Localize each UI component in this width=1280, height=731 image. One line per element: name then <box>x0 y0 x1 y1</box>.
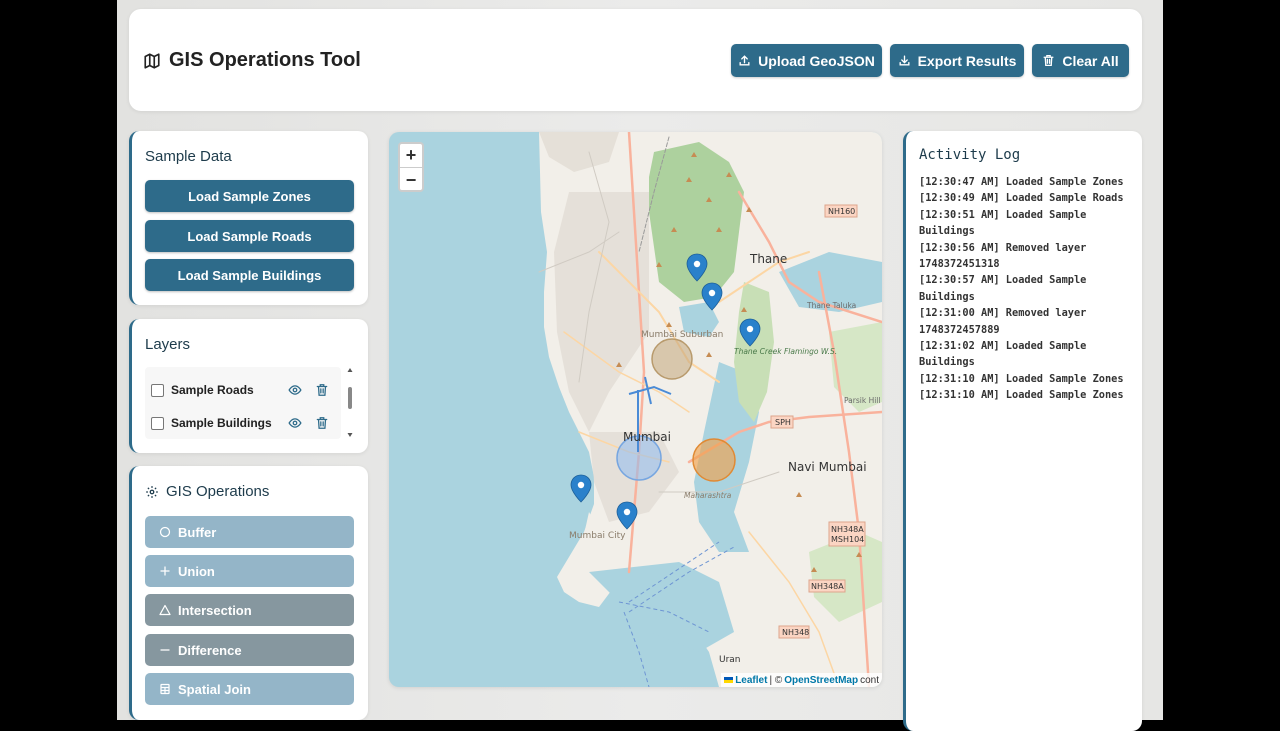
log-entry: [12:30:47 AM] Loaded Sample Zones <box>919 176 1124 188</box>
activity-log-panel: Activity Log [12:30:47 AM] Loaded Sample… <box>903 131 1142 731</box>
activity-log-title: Activity Log <box>919 147 1021 163</box>
map-tiles[interactable]: NH160 SPH NH348A MSH104 NH348A NH348 Tha… <box>389 132 882 687</box>
sample-data-title: Sample Data <box>145 148 232 165</box>
ukraine-flag-icon <box>724 677 734 683</box>
layer-name: Sample Buildings <box>171 416 272 430</box>
upload-icon <box>739 55 750 66</box>
map-label: Thane Taluka <box>806 301 856 310</box>
map-label: Mumbai <box>623 430 671 444</box>
trash-icon[interactable] <box>315 416 329 430</box>
map[interactable]: NH160 SPH NH348A MSH104 NH348A NH348 Tha… <box>389 132 882 687</box>
layers-title: Layers <box>145 336 191 353</box>
zoom-in-button[interactable]: + <box>400 144 422 168</box>
trash-icon <box>1043 54 1054 67</box>
layers-panel: Layers Sample Roads Sample Buildings <box>129 319 368 453</box>
openstreetmap-link[interactable]: OpenStreetMap <box>784 675 858 686</box>
log-entry: [12:31:02 AM] Loaded Sample Buildings <box>919 340 1087 369</box>
log-entry: [12:30:51 AM] Loaded Sample Buildings <box>919 208 1087 238</box>
layer-name: Sample Roads <box>171 383 254 397</box>
export-results-button[interactable]: Export Results <box>890 44 1024 77</box>
log-entry: [12:30:56 AM] Removed layer 174837245131… <box>919 241 1087 271</box>
map-label: Maharashtra <box>684 491 732 500</box>
map-label: Mumbai City <box>569 531 626 541</box>
gis-operations-title: GIS Operations <box>145 483 269 500</box>
map-label: Thane <box>749 252 787 266</box>
map-icon <box>144 52 160 69</box>
sample-data-panel: Sample Data Load Sample Zones Load Sampl… <box>129 131 368 305</box>
circle-icon <box>159 526 171 538</box>
zoom-control: + − <box>398 142 424 192</box>
gis-operations-panel: GIS Operations Buffer Union Intersection… <box>129 466 368 720</box>
plus-icon <box>160 566 170 576</box>
map-label: Parsik Hill <box>844 396 880 405</box>
layer-checkbox[interactable] <box>151 383 164 397</box>
log-entry: [12:31:00 AM] Removed layer 174837245788… <box>919 307 1087 336</box>
layer-list: Sample Roads Sample Buildings <box>145 367 341 439</box>
minus-icon <box>160 649 170 651</box>
page-title: GIS Operations Tool <box>143 49 361 72</box>
log-entry: [12:30:49 AM] Loaded Sample Roads <box>919 192 1124 205</box>
layer-item: Sample Roads <box>151 381 254 399</box>
header: GIS Operations Tool Upload GeoJSON Expor… <box>129 9 1142 111</box>
load-sample-zones-button[interactable]: Load Sample Zones <box>145 180 354 212</box>
zoom-out-button[interactable]: − <box>400 168 422 192</box>
map-label: MSH104 <box>831 535 864 544</box>
map-label: SPH <box>775 418 791 427</box>
load-sample-buildings-button[interactable]: Load Sample Buildings <box>145 259 354 291</box>
map-label: NH348A <box>831 525 864 534</box>
intersection-button[interactable]: Intersection <box>145 594 354 626</box>
map-label: NH348A <box>811 582 844 591</box>
page-title-text: GIS Operations Tool <box>169 49 361 71</box>
map-label: Mumbai Suburban <box>641 330 723 340</box>
log-entry: [12:31:10 AM] Loaded Sample Zones <box>919 389 1124 402</box>
app: GIS Operations Tool Upload GeoJSON Expor… <box>117 0 1163 731</box>
difference-button[interactable]: Difference <box>145 634 354 666</box>
spatial-join-button[interactable]: Spatial Join <box>145 673 354 705</box>
log-entry: [12:30:57 AM] Loaded Sample Buildings <box>919 274 1087 303</box>
log-entry: [12:31:10 AM] Loaded Sample Zones <box>919 372 1124 385</box>
map-label: NH160 <box>828 207 855 216</box>
table-icon <box>160 683 170 695</box>
map-label: Uran <box>719 655 741 665</box>
map-label: Navi Mumbai <box>788 460 867 474</box>
union-button[interactable]: Union <box>145 555 354 587</box>
upload-geojson-button[interactable]: Upload GeoJSON <box>731 44 882 77</box>
map-label: Thane Creek Flamingo W.S. <box>734 347 837 356</box>
buffer-button[interactable]: Buffer <box>145 516 354 548</box>
activity-log-list: [12:30:47 AM] Loaded Sample Zones [12:30… <box>919 174 1139 404</box>
triangle-icon <box>159 604 171 616</box>
map-attribution: Leaflet | © OpenStreetMap cont <box>721 673 882 687</box>
layer-list-scrollbar[interactable] <box>346 367 354 439</box>
gear-icon <box>146 485 158 498</box>
trash-icon[interactable] <box>315 383 329 397</box>
eye-icon[interactable] <box>288 416 302 430</box>
download-icon <box>899 55 910 66</box>
load-sample-roads-button[interactable]: Load Sample Roads <box>145 220 354 252</box>
layer-item: Sample Buildings <box>151 414 272 432</box>
map-label: NH348 <box>782 628 809 637</box>
leaflet-link[interactable]: Leaflet <box>735 675 767 686</box>
layer-checkbox[interactable] <box>151 416 164 430</box>
eye-icon[interactable] <box>288 383 302 397</box>
clear-all-button[interactable]: Clear All <box>1032 44 1129 77</box>
